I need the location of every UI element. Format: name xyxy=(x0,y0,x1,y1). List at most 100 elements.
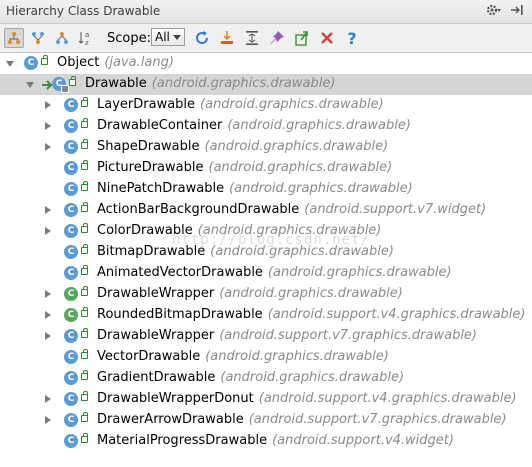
lock-icon xyxy=(81,244,88,254)
panel-titlebar: Hierarchy Class Drawable xyxy=(0,0,532,24)
titlebar-actions xyxy=(486,3,524,21)
tree-row[interactable]: C DrawableWrapperDonut (android.support.v4… xyxy=(0,389,532,410)
panel-title: Hierarchy Class Drawable xyxy=(6,4,161,18)
tree-row-selected[interactable]: C Drawable (android.graphics.drawable) xyxy=(0,74,532,95)
lock-icon xyxy=(81,307,88,317)
class-icon: C xyxy=(64,182,78,196)
tree-row[interactable]: C ActionBarBackgroundDrawable (android.sup… xyxy=(0,200,532,221)
expand-arrow-icon[interactable] xyxy=(45,227,51,235)
subtypes-button[interactable] xyxy=(52,28,72,48)
tree-row[interactable]: C LayerDrawable (android.graphics.drawable… xyxy=(0,95,532,116)
tree-row[interactable]: C DrawableWrapper (android.graphics.drawab… xyxy=(0,284,532,305)
supertypes-icon xyxy=(32,32,44,44)
class-icon: C xyxy=(64,266,78,280)
lock-icon xyxy=(81,202,88,212)
tree-row[interactable]: C AnimatedVectorDrawable (android.graphics… xyxy=(0,263,532,284)
svg-text:a: a xyxy=(85,31,89,39)
gear-icon[interactable] xyxy=(486,3,502,21)
close-button[interactable] xyxy=(317,28,337,48)
tree-row[interactable]: C ShapeDrawable (android.graphics.drawable… xyxy=(0,137,532,158)
expand-arrow-icon[interactable] xyxy=(26,82,34,88)
help-button[interactable]: ? xyxy=(342,28,362,48)
lock-icon xyxy=(81,286,88,296)
tree-row-root[interactable]: C Object (java.lang) xyxy=(0,53,532,74)
tree-row[interactable]: C DrawableWrapper (android.support.v7.grap… xyxy=(0,326,532,347)
tree-row[interactable]: C DrawerArrowDrawable (android.support.v7.… xyxy=(0,410,532,431)
tree-row[interactable]: C MaterialProgressDrawable (android.suppor… xyxy=(0,431,532,452)
lock-icon xyxy=(81,391,88,401)
scope-dropdown[interactable]: All xyxy=(151,28,185,46)
supertypes-button[interactable] xyxy=(28,28,48,48)
expand-arrow-icon[interactable] xyxy=(6,61,14,67)
tree-item-label: Object (java.lang) xyxy=(57,55,174,70)
tree-item-label: RoundedBitmapDrawable (android.support.v4… xyxy=(97,307,526,322)
hide-panel-icon[interactable] xyxy=(510,3,524,21)
class-icon: C xyxy=(64,308,78,322)
tree-row[interactable]: C NinePatchDrawable (android.graphics.draw… xyxy=(0,179,532,200)
class-hierarchy-button[interactable] xyxy=(4,28,24,48)
expand-arrow-icon[interactable] xyxy=(45,206,51,214)
lock-icon xyxy=(81,118,88,128)
tree-row[interactable]: C PictureDrawable (android.graphics.drawab… xyxy=(0,158,532,179)
tree-row[interactable]: C GradientDrawable (android.graphics.drawa… xyxy=(0,368,532,389)
class-icon: C xyxy=(64,161,78,175)
tree-item-label: MaterialProgressDrawable (android.support… xyxy=(97,433,454,448)
chevron-down-icon xyxy=(173,35,181,40)
expand-arrow-icon[interactable] xyxy=(45,101,51,109)
expand-arrow-icon[interactable] xyxy=(45,143,51,151)
refresh-icon xyxy=(196,31,209,44)
class-icon: C xyxy=(52,77,69,93)
class-icon: C xyxy=(64,413,78,427)
sort-alpha-icon: az xyxy=(78,31,89,46)
expand-arrow-icon[interactable] xyxy=(45,290,51,298)
tree-row[interactable]: C RoundedBitmapDrawable (android.support.v… xyxy=(0,305,532,326)
tree-item-label: DrawableWrapperDonut (android.support.v4.… xyxy=(97,391,517,406)
subtypes-icon xyxy=(56,32,68,44)
expand-arrow-icon[interactable] xyxy=(45,395,51,403)
export-icon xyxy=(295,31,308,46)
expand-arrow-icon[interactable] xyxy=(45,332,51,340)
class-icon: C xyxy=(64,434,78,448)
class-icon: C xyxy=(64,98,78,112)
lock-icon xyxy=(81,265,88,275)
tree-item-label: ActionBarBackgroundDrawable (android.supp… xyxy=(97,202,487,217)
expand-arrow-icon[interactable] xyxy=(45,416,51,424)
class-icon: C xyxy=(64,392,78,406)
tree-item-label: PictureDrawable (android.graphics.drawabl… xyxy=(97,160,393,175)
expand-arrow-icon[interactable] xyxy=(45,122,51,130)
hierarchy-toolbar: az Scope: All ? xyxy=(0,24,532,53)
class-icon: C xyxy=(64,140,78,154)
export-button[interactable] xyxy=(292,28,312,48)
tree-row[interactable]: C VectorDrawable (android.graphics.drawabl… xyxy=(0,347,532,368)
tree-item-label: GradientDrawable (android.graphics.drawab… xyxy=(97,370,405,385)
lock-icon xyxy=(81,223,88,233)
class-hierarchy-icon xyxy=(8,32,20,44)
pin-button[interactable] xyxy=(267,28,287,48)
expand-arrow-icon[interactable] xyxy=(45,311,51,319)
help-icon: ? xyxy=(347,28,357,48)
lock-icon xyxy=(81,370,88,380)
pin-icon xyxy=(270,31,284,45)
class-icon: C xyxy=(64,329,78,343)
lock-icon xyxy=(81,328,88,338)
autoscroll-button[interactable] xyxy=(217,28,237,48)
class-icon: C xyxy=(64,371,78,385)
lock-icon xyxy=(41,55,48,65)
tree-row[interactable]: C DrawableContainer (android.graphics.draw… xyxy=(0,116,532,137)
tree-item-label: DrawableWrapper (android.support.v7.graph… xyxy=(97,328,477,343)
sort-alpha-button[interactable]: az xyxy=(76,28,96,48)
lock-icon xyxy=(81,433,88,443)
tree-row[interactable]: C BitmapDrawable (android.graphics.drawabl… xyxy=(0,242,532,263)
lock-icon xyxy=(81,349,88,359)
tree-item-label: DrawableWrapper (android.graphics.drawabl… xyxy=(97,286,403,301)
class-icon: C xyxy=(64,350,78,364)
collapse-all-button[interactable] xyxy=(242,28,262,48)
refresh-button[interactable] xyxy=(192,28,212,48)
tree-row[interactable]: C ColorDrawable (android.graphics.drawable… xyxy=(0,221,532,242)
autoscroll-icon xyxy=(221,31,233,44)
tree-item-label: LayerDrawable (android.graphics.drawable) xyxy=(97,97,384,112)
lock-icon xyxy=(69,76,76,86)
tree-item-label: ColorDrawable (android.graphics.drawable) xyxy=(97,223,382,238)
svg-text:z: z xyxy=(85,39,89,46)
collapse-all-icon xyxy=(246,31,258,45)
